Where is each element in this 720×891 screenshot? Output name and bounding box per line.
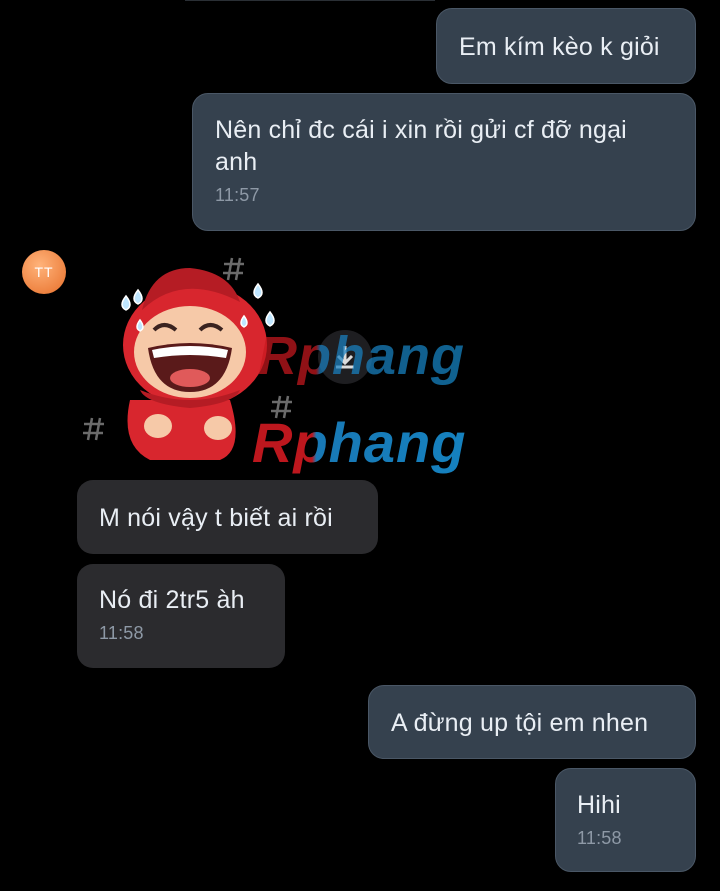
contact-avatar[interactable]: TT bbox=[22, 250, 66, 294]
laughing-sticker-image bbox=[83, 257, 292, 460]
message-text: Em kím kèo k giỏi bbox=[459, 33, 660, 61]
message-bubble-outgoing[interactable]: Nên chỉ đc cái i xin rồi gửi cf đỡ ngại … bbox=[192, 93, 696, 231]
message-bubble-outgoing[interactable]: Em kím kèo k giỏi bbox=[436, 8, 696, 84]
message-text: Nó đi 2tr5 àh bbox=[99, 586, 245, 614]
message-text: Hihi bbox=[577, 791, 621, 819]
top-divider bbox=[185, 0, 435, 1]
message-text: M nói vậy t biết ai rồi bbox=[99, 504, 333, 532]
message-timestamp: 11:58 bbox=[577, 828, 622, 848]
message-text: A đừng up tội em nhen bbox=[391, 709, 649, 737]
message-text: Nên chỉ đc cái i xin rồi gửi cf đỡ ngại … bbox=[215, 116, 627, 176]
message-bubble-incoming[interactable]: Nó đi 2tr5 àh 11:58 bbox=[77, 564, 285, 668]
message-timestamp: 11:58 bbox=[99, 623, 144, 643]
message-bubble-outgoing[interactable]: Hihi 11:58 bbox=[555, 768, 696, 872]
message-bubble-incoming[interactable]: M nói vậy t biết ai rồi bbox=[77, 480, 378, 554]
download-icon[interactable] bbox=[318, 330, 372, 384]
message-bubble-outgoing[interactable]: A đừng up tội em nhen bbox=[368, 685, 696, 759]
laughing-sticker[interactable] bbox=[80, 250, 320, 470]
message-timestamp: 11:57 bbox=[215, 185, 260, 205]
